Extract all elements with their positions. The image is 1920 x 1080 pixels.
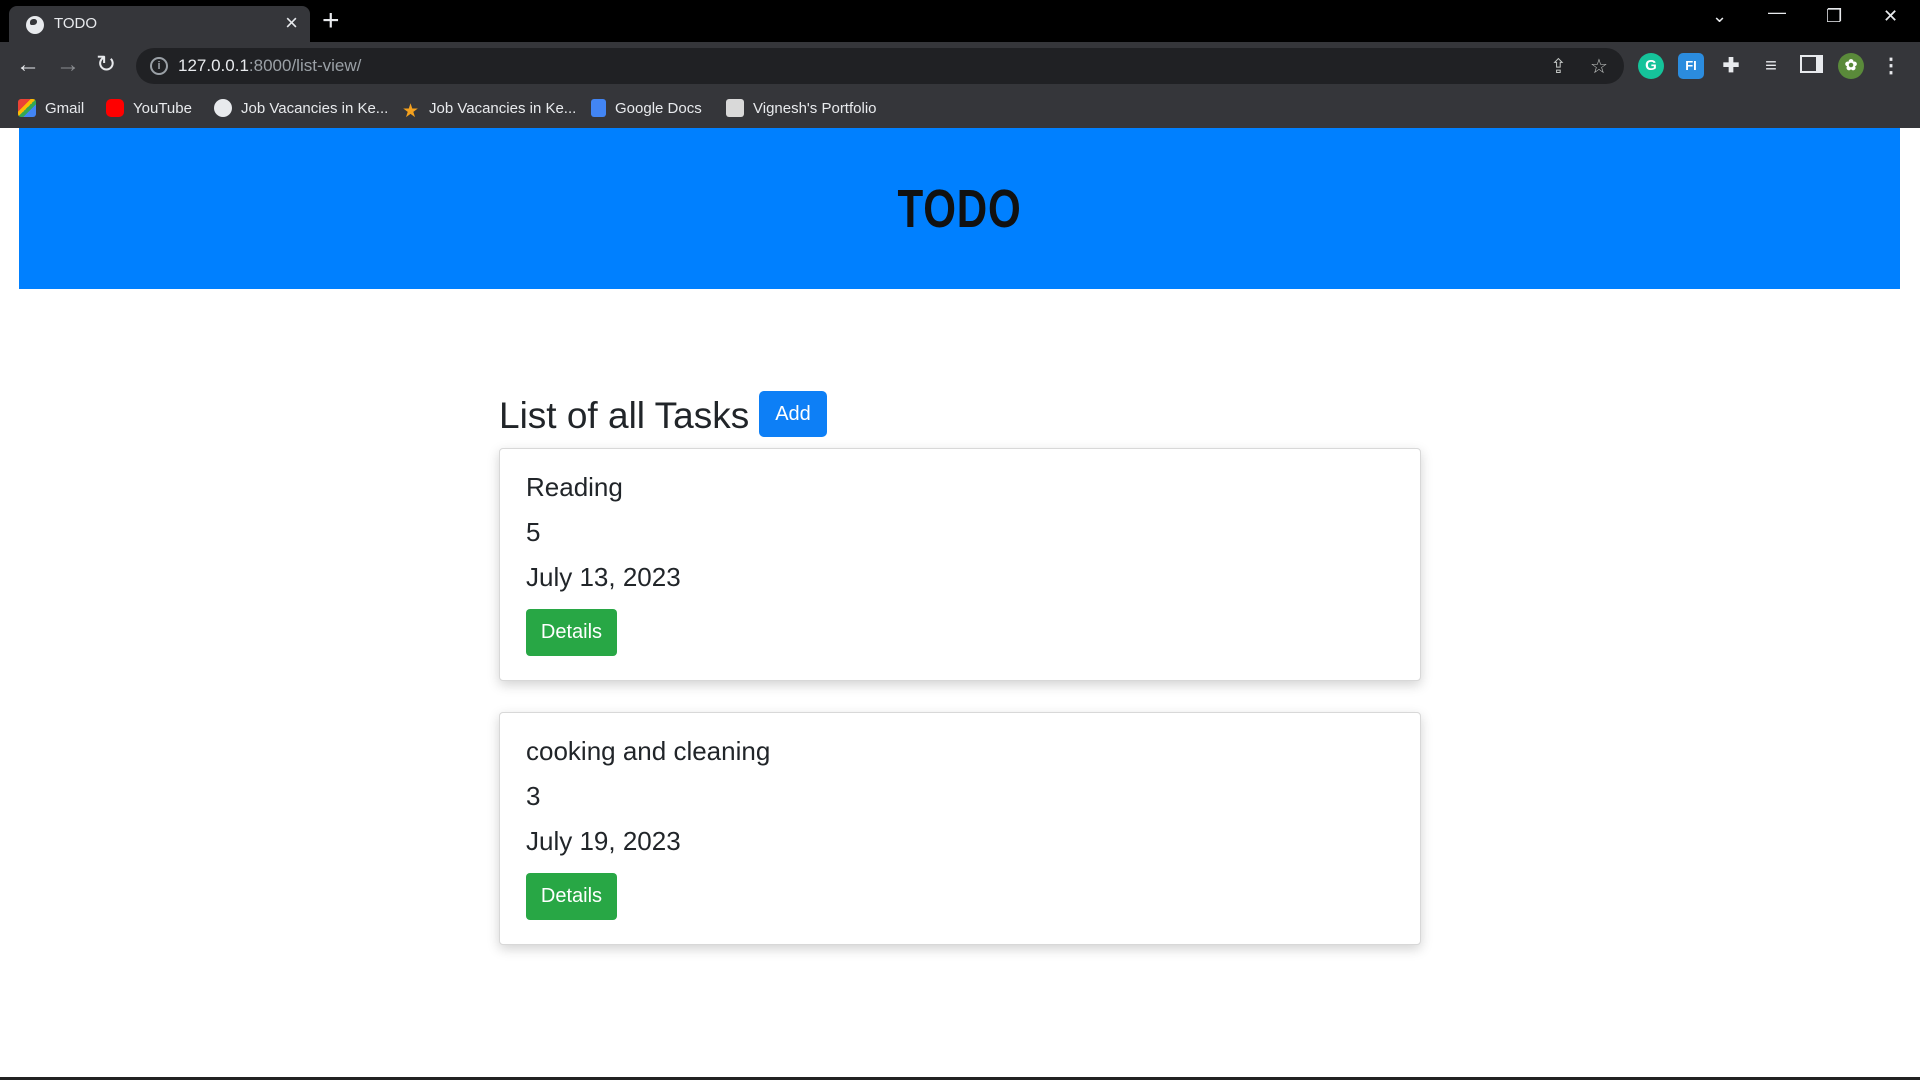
add-task-button[interactable]: Add [759,391,827,437]
bookmark-portfolio[interactable]: Vignesh's Portfolio [726,98,877,120]
close-window-icon[interactable]: ✕ [1883,6,1898,27]
gmail-icon [18,99,36,117]
task-card: cooking and cleaning 3 July 19, 2023 Det… [499,712,1421,945]
details-button[interactable]: Details [526,609,617,656]
bookmark-job-vacancies-1[interactable]: Job Vacancies in Ke... [214,98,388,120]
minimize-icon[interactable]: — [1768,2,1786,23]
bookmarks-bar: Gmail YouTube Job Vacancies in Ke... ★ Jo… [0,90,1920,128]
task-priority: 3 [526,781,541,811]
task-name: Reading [526,472,623,502]
url-text: 127.0.0.1:8000/list-view/ [178,56,362,75]
reload-icon[interactable]: ↻ [96,51,116,79]
page-title: TODO [897,178,1022,239]
details-button[interactable]: Details [526,873,617,920]
browser-tab[interactable]: TODO × [9,6,310,42]
restore-icon[interactable]: ❐ [1826,6,1842,27]
profile-avatar-icon[interactable]: ✿ [1838,53,1864,79]
task-name: cooking and cleaning [526,736,771,766]
bookmark-star-icon[interactable]: ☆ [1590,54,1608,79]
header-banner: TODO [19,128,1900,289]
task-priority: 5 [526,517,541,547]
list-title: List of all Tasks [499,395,750,436]
extensions-puzzle-icon[interactable]: ✚ [1718,53,1744,79]
task-date: July 19, 2023 [526,826,681,856]
task-card: Reading 5 July 13, 2023 Details [499,448,1421,681]
site-info-icon[interactable]: i [150,57,168,75]
docs-icon [591,99,606,117]
address-bar[interactable]: i 127.0.0.1:8000/list-view/ ⇪ ☆ [136,48,1624,84]
portfolio-icon [726,99,744,117]
close-tab-icon[interactable]: × [285,11,298,35]
tab-title: TODO [54,15,98,32]
bookmark-gmail[interactable]: Gmail [18,98,84,120]
fi-extension-icon[interactable]: FI [1678,53,1704,79]
side-panel-icon[interactable] [1798,53,1824,79]
menu-kebab-icon[interactable]: ⋮ [1878,53,1904,79]
bookmark-job-vacancies-2[interactable]: ★ Job Vacancies in Ke... [402,98,576,122]
page-content: TODO List of all Tasks Add Reading 5 Jul… [0,128,1920,1080]
tab-strip: TODO × + ⌄ — ❐ ✕ [0,0,1920,42]
reading-list-icon[interactable]: ≡ [1758,53,1784,79]
browser-toolbar: ← → ↻ i 127.0.0.1:8000/list-view/ ⇪ ☆ G … [0,42,1920,90]
forward-icon[interactable]: → [56,51,80,79]
grammarly-icon[interactable]: G [1638,53,1664,79]
globe-icon [214,99,232,117]
tab-search-icon[interactable]: ⌄ [1712,6,1727,27]
share-icon[interactable]: ⇪ [1550,54,1567,79]
bookmark-youtube[interactable]: YouTube [106,98,192,120]
youtube-icon [106,99,124,117]
task-date: July 13, 2023 [526,562,681,592]
star-icon: ★ [402,101,420,122]
globe-icon [26,16,44,34]
bookmark-google-docs[interactable]: Google Docs [591,98,702,120]
back-icon[interactable]: ← [16,51,40,79]
new-tab-button[interactable]: + [322,3,340,39]
